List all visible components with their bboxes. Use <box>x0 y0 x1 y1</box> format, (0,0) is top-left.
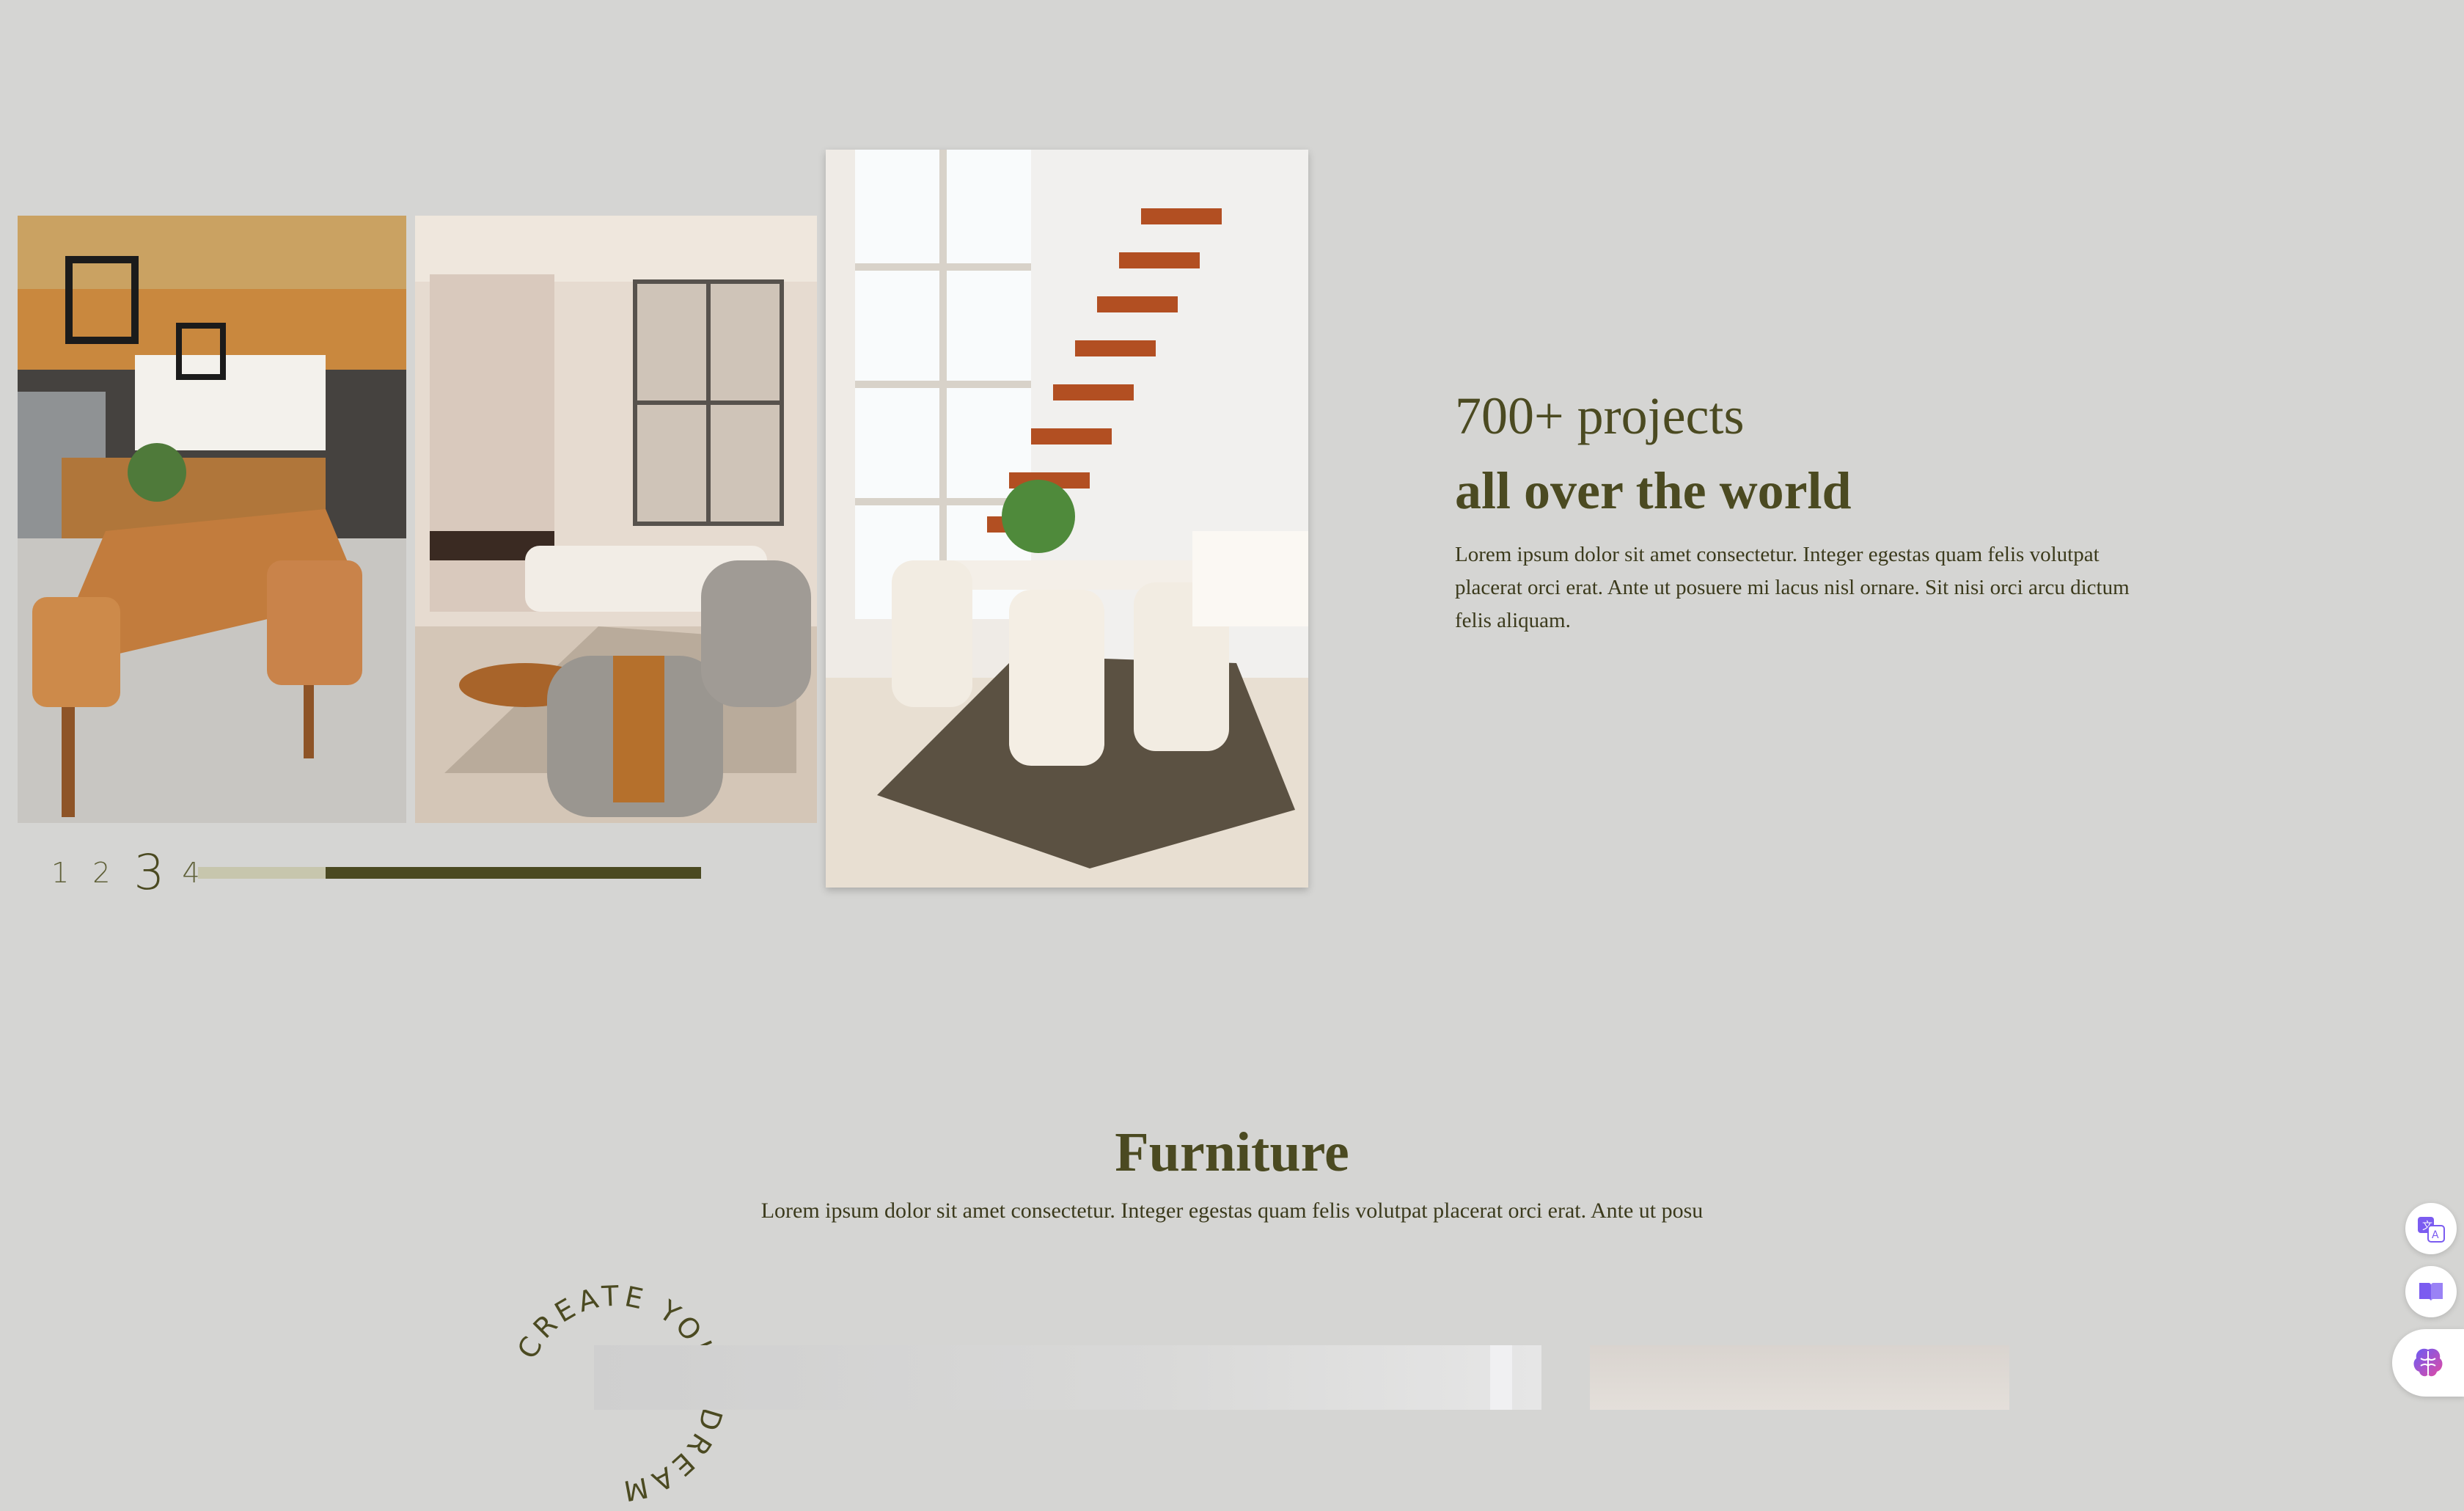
translate-button[interactable]: 文 A <box>2405 1203 2457 1254</box>
pager-page-1[interactable]: 1 <box>51 859 69 887</box>
gallery-photo-living-room[interactable] <box>415 216 817 823</box>
svg-text:A: A <box>2432 1229 2439 1241</box>
pager-progress-fill <box>326 867 701 879</box>
gallery-photo-staircase-dining[interactable] <box>826 150 1308 888</box>
gallery-photo-kitchen-dining[interactable] <box>18 216 406 823</box>
kitchen-dining-illustration <box>18 216 406 823</box>
pager-page-2[interactable]: 2 <box>92 859 110 887</box>
stats-headline: 700+ projects <box>1455 387 1745 445</box>
furniture-photo-main[interactable] <box>594 1345 1541 1410</box>
pager-progress-track[interactable] <box>198 867 701 879</box>
book-icon <box>2419 1283 2443 1301</box>
reader-button[interactable] <box>2405 1266 2457 1317</box>
stats-description: Lorem ipsum dolor sit amet consectetur. … <box>1455 543 2130 632</box>
stats-headline-bold: all over the world <box>1455 461 1852 520</box>
pager-page-4[interactable]: 4 <box>182 859 199 887</box>
living-room-illustration <box>415 216 817 823</box>
section-title: Furniture <box>1115 1122 1349 1183</box>
pager-page-3-active[interactable]: 3 <box>133 849 164 897</box>
furniture-photo-edge <box>1490 1345 1512 1410</box>
furniture-photo-secondary[interactable] <box>1590 1345 2009 1410</box>
ai-assistant-button[interactable] <box>2392 1329 2464 1397</box>
translate-icon: 文 A <box>2418 1217 2445 1243</box>
brain-icon <box>2413 1348 2443 1377</box>
section-subtitle: Lorem ipsum dolor sit amet consectetur. … <box>760 1199 1704 1223</box>
staircase-dining-illustration <box>826 150 1308 888</box>
